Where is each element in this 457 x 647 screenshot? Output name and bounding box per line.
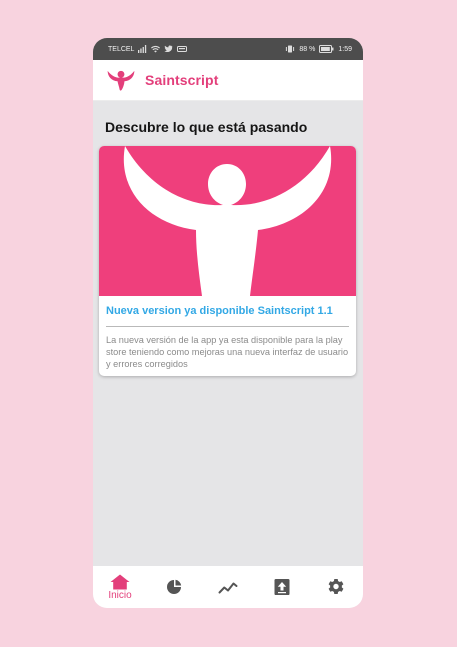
nav-home-label: Inicio: [108, 589, 132, 601]
app-title: Saintscript: [145, 72, 219, 88]
carrier-text: TELCEL: [108, 45, 135, 53]
app-bar: Saintscript: [93, 60, 363, 101]
card-image: [99, 146, 356, 296]
angel-illustration-icon: [123, 146, 332, 296]
wifi-icon: [151, 44, 161, 54]
card-title[interactable]: Nueva version ya disponible Saintscript …: [99, 296, 356, 318]
nav-settings[interactable]: [312, 566, 360, 608]
signal-icon: [138, 44, 147, 54]
status-left: TELCEL: [108, 44, 188, 54]
bottom-navigation: Inicio: [93, 566, 363, 608]
status-bar: TELCEL 88 % 1:59: [93, 38, 363, 60]
card-body: La nueva versión de la app ya esta dispo…: [106, 335, 349, 369]
upload-icon: [274, 579, 290, 595]
battery-icon: [319, 44, 334, 54]
status-time: 1:59: [338, 45, 352, 53]
app-notification-icon: [177, 44, 188, 54]
angel-logo-icon[interactable]: [104, 66, 138, 94]
gear-icon: [328, 579, 344, 594]
home-icon: [110, 574, 130, 589]
main-content: Descubre lo que está pasando Nueva versi…: [93, 101, 363, 544]
status-right: 88 % 1:59: [285, 44, 352, 54]
feed-heading: Descubre lo que está pasando: [105, 119, 308, 135]
nav-home[interactable]: Inicio: [96, 566, 144, 608]
nav-upload[interactable]: [258, 566, 306, 608]
twitter-icon: [164, 44, 173, 54]
battery-percent: 88 %: [299, 45, 316, 53]
vibrate-icon: [285, 44, 295, 54]
phone-screen: TELCEL 88 % 1:59 Saintscript Descubre lo…: [93, 38, 363, 608]
nav-stats[interactable]: [150, 566, 198, 608]
trend-icon: [218, 582, 238, 594]
nav-trends[interactable]: [204, 566, 252, 608]
pie-chart-icon: [167, 579, 182, 594]
news-card[interactable]: Nueva version ya disponible Saintscript …: [99, 146, 356, 376]
